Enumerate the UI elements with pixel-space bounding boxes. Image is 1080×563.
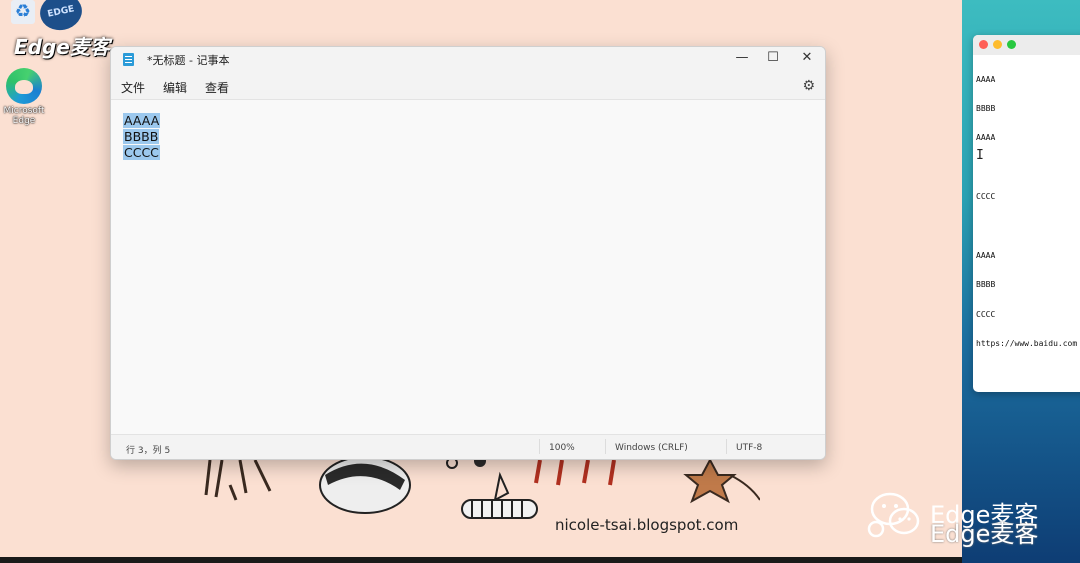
status-bar: 行 3，列 5 100% Windows (CRLF) UTF-8 [111, 434, 825, 459]
maximize-button[interactable]: ☐ [756, 47, 790, 71]
menu-file[interactable]: 文件 [121, 79, 145, 96]
mac-editor-line: BBBB [976, 280, 996, 290]
mac-editor-line: AAAA [976, 250, 996, 260]
zoom-traffic-light-icon[interactable] [1007, 40, 1016, 49]
editor-text[interactable]: AAAA BBBB CCCC [123, 113, 161, 161]
recycle-bin-shortcut[interactable]: ♻ [8, 0, 38, 24]
mac-text-editor-window[interactable]: AAAA BBBB AAAA CCCC AAAA BBBB CCCC https… [973, 35, 1080, 392]
taskbar-edge [0, 557, 962, 563]
mac-editor-line [976, 222, 1077, 232]
mac-editor-line: https://www.baidu.com [976, 339, 1078, 349]
status-divider [726, 439, 727, 454]
status-encoding: UTF-8 [736, 443, 763, 453]
wallpaper-credit-url: nicole-tsai.blogspot.com [555, 516, 739, 534]
close-button[interactable]: ✕ [790, 47, 824, 71]
close-traffic-light-icon[interactable] [979, 40, 988, 49]
notepad-menubar: 文件 编辑 查看 ⚙ [111, 73, 825, 100]
mac-editor-line: CCCC [976, 192, 996, 202]
selected-text: BBBB [123, 129, 160, 144]
mac-editor-line: AAAA [976, 74, 996, 84]
settings-gear-icon[interactable]: ⚙ [802, 78, 815, 94]
recycle-bin-icon: ♻ [11, 0, 35, 24]
mac-editor-line [976, 163, 1077, 173]
editor-line: CCCC [123, 145, 160, 161]
mac-editor-line: CCCC [976, 309, 996, 319]
watermark-text-shadow: Edge麦客 [930, 520, 1039, 548]
window-title: *无标题 - 记事本 [147, 54, 230, 67]
status-zoom: 100% [549, 443, 575, 453]
logo-text: EDGE [46, 4, 76, 20]
minimize-traffic-light-icon[interactable] [993, 40, 1002, 49]
text-editor-area[interactable]: AAAA BBBB CCCC [111, 100, 825, 433]
mac-editor-text[interactable]: AAAA BBBB AAAA CCCC AAAA BBBB CCCC https… [976, 55, 1077, 369]
status-line-ending: Windows (CRLF) [615, 443, 688, 453]
mac-editor-line: AAAA [976, 133, 996, 143]
edge-shortcut-label: Microsoft Edge [3, 106, 45, 126]
notepad-app-icon [123, 53, 134, 66]
menu-view[interactable]: 查看 [205, 79, 229, 96]
status-divider [539, 439, 540, 454]
selected-text: CCCC [123, 145, 160, 160]
minimize-button[interactable]: — [725, 47, 759, 71]
edge-browser-icon [6, 68, 42, 104]
notepad-window[interactable]: *无标题 - 记事本 — ☐ ✕ 文件 编辑 查看 ⚙ AAAA BBBB CC… [110, 46, 826, 460]
selected-text: AAAA [123, 113, 161, 128]
notepad-titlebar[interactable]: *无标题 - 记事本 — ☐ ✕ [111, 47, 825, 73]
editor-line: BBBB [123, 129, 160, 145]
edge-logo-badge: EDGE [36, 0, 86, 34]
status-divider [605, 439, 606, 454]
mac-titlebar[interactable] [973, 35, 1080, 55]
brand-title: Edge麦客 [14, 35, 110, 59]
mac-editor-line: BBBB [976, 103, 996, 113]
status-cursor-position: 行 3，列 5 [126, 446, 171, 456]
wechat-watermark-icon [867, 492, 920, 538]
text-cursor-icon: I [976, 148, 984, 163]
menu-edit[interactable]: 编辑 [163, 79, 187, 96]
editor-line: AAAA [123, 113, 161, 129]
edge-desktop-shortcut[interactable]: Microsoft Edge [2, 68, 46, 126]
